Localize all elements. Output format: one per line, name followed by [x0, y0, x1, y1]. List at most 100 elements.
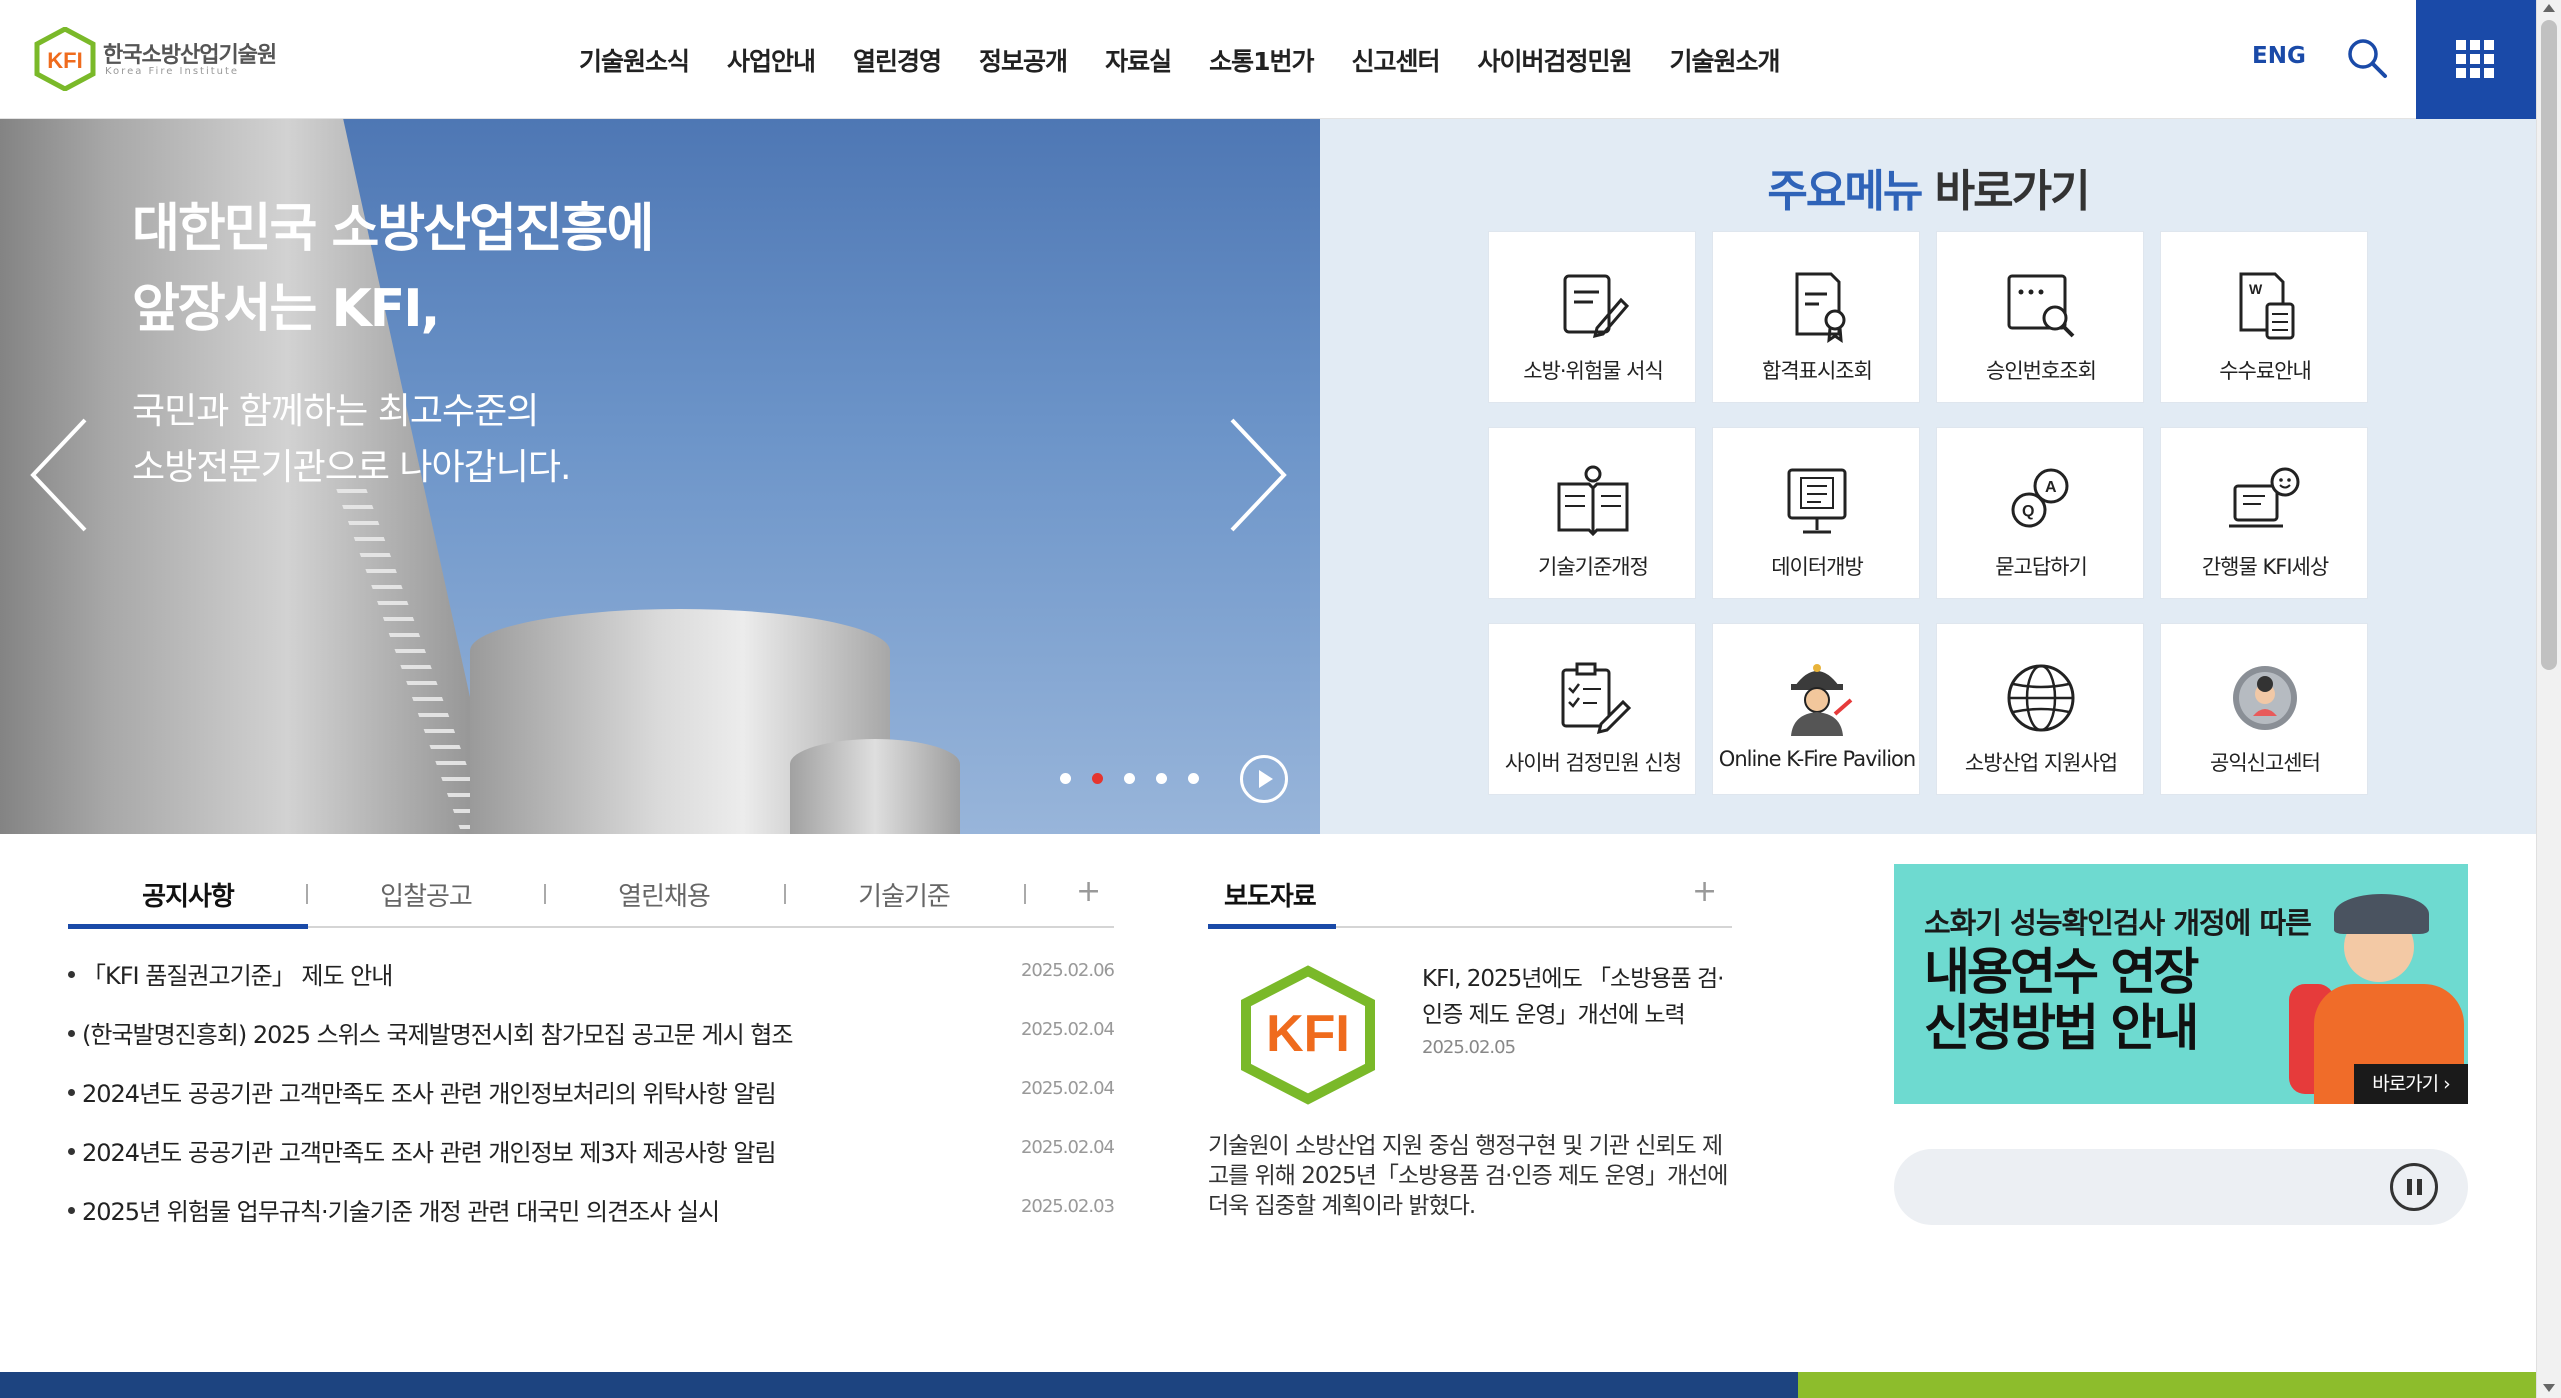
qna-icon: AQ — [2011, 468, 2069, 528]
tab-recruit[interactable]: 열린채용 — [544, 876, 784, 913]
list-item[interactable]: (한국발명진흥회) 2025 스위스 국제발명전시회 참가모집 공고문 게시 협… — [68, 1009, 1115, 1068]
notice-more-button[interactable]: + — [1076, 874, 1101, 909]
svg-text:KFI: KFI — [47, 48, 82, 73]
data-monitor-icon — [1787, 468, 1847, 534]
nav-item-archive[interactable]: 자료실 — [1105, 42, 1172, 78]
notice-title: 「KFI 품질권고기준」 제도 안내 — [82, 962, 393, 990]
notice-title: 2024년도 공공기관 고객만족도 조사 관련 개인정보처리의 위탁사항 알림 — [82, 1080, 777, 1108]
quick-item-standards[interactable]: 기술기준개정 — [1488, 427, 1696, 599]
quick-item-k-fire-pavilion[interactable]: Online K-Fire Pavilion — [1712, 623, 1920, 795]
notice-date: 2025.02.06 — [1020, 960, 1115, 981]
quick-menu-title: 주요메뉴 바로가기 — [1767, 166, 2090, 217]
quick-item-qna[interactable]: AQ 묻고답하기 — [1936, 427, 2144, 599]
nav-item-communication[interactable]: 소통1번가 — [1209, 42, 1314, 78]
promo-banner[interactable]: 소화기 성능확인검사 개정에 따른 내용연수 연장 신청방법 안내 바로가기 › — [1894, 864, 2468, 1104]
main-nav: 기술원소식 사업안내 열린경영 정보공개 자료실 소통1번가 신고센터 사이버검… — [560, 0, 1799, 119]
play-icon — [1259, 770, 1273, 788]
svg-text:A: A — [2045, 479, 2057, 496]
slide-dot-active[interactable] — [1092, 773, 1103, 784]
quick-item-open-data[interactable]: 데이터개방 — [1712, 427, 1920, 599]
notice-title: 2025년 위험물 업무규칙·기술기준 개정 관련 대국민 의견조사 실시 — [82, 1198, 720, 1226]
globe-icon — [2007, 664, 2075, 732]
press-article[interactable]: KFI KFI, 2025년에도 「소방용품 검·인증 제도 운영」개선에 노력… — [1208, 955, 1732, 1235]
notice-date: 2025.02.04 — [1020, 1137, 1115, 1158]
chevron-left-icon — [30, 418, 87, 532]
slide-dot[interactable] — [1060, 773, 1071, 784]
notice-date: 2025.02.04 — [1020, 1078, 1115, 1099]
slide-play-button[interactable] — [1240, 755, 1288, 803]
quick-item-cyber-application[interactable]: 사이버 검정민원 신청 — [1488, 623, 1696, 795]
press-more-button[interactable]: + — [1692, 874, 1717, 909]
svg-text:KFI: KFI — [1266, 1005, 1350, 1063]
chevron-right-icon — [1230, 418, 1287, 532]
standard-book-icon — [1557, 465, 1629, 537]
list-item[interactable]: 2025년 위험물 업무규칙·기술기준 개정 관련 대국민 의견조사 실시 202… — [68, 1186, 1115, 1245]
footer-strip-accent — [1798, 1372, 2536, 1398]
svg-text:Q: Q — [2022, 503, 2034, 520]
site-logo[interactable]: KFI 한국소방산업기술원 Korea Fire Institute — [33, 26, 277, 92]
nav-item-about[interactable]: 기술원소개 — [1670, 42, 1781, 78]
list-item[interactable]: 「KFI 품질권고기준」 제도 안내 2025.02.06 — [68, 950, 1115, 1009]
tab-bid[interactable]: 입찰공고 — [306, 876, 546, 913]
slide-dot[interactable] — [1124, 773, 1135, 784]
search-icon — [2348, 39, 2387, 78]
slide-dot[interactable] — [1156, 773, 1167, 784]
quick-item-industry-support[interactable]: 소방산업 지원사업 — [1936, 623, 2144, 795]
scroll-down-arrow[interactable] — [2543, 1384, 2555, 1392]
banner-go-button[interactable]: 바로가기 › — [2354, 1064, 2468, 1104]
page-scrollbar[interactable] — [2536, 0, 2561, 1398]
tab-notice[interactable]: 공지사항 — [68, 876, 308, 913]
slide-dot[interactable] — [1188, 773, 1199, 784]
fee-calculator-icon: W — [2239, 272, 2295, 340]
quick-item-publication[interactable]: 간행물 KFI세상 — [2160, 427, 2368, 599]
press-date: 2025.02.05 — [1422, 1037, 1516, 1058]
banner-pause-button[interactable] — [2390, 1163, 2438, 1211]
tab-tech-standard[interactable]: 기술기준 — [784, 876, 1024, 913]
site-header: KFI 한국소방산업기술원 Korea Fire Institute 기술원소식… — [0, 0, 2536, 119]
nav-item-disclosure[interactable]: 정보공개 — [979, 42, 1068, 78]
notice-date: 2025.02.04 — [1020, 1019, 1115, 1040]
nav-item-business[interactable]: 사업안내 — [727, 42, 816, 78]
press-tabs: 보도자료 + — [1208, 864, 1732, 929]
certificate-icon — [1795, 272, 1846, 343]
list-item[interactable]: 2024년도 공공기관 고객만족도 조사 관련 개인정보처리의 위탁사항 알림 2… — [68, 1068, 1115, 1127]
quick-item-forms[interactable]: 소방·위험물 서식 — [1488, 231, 1696, 403]
hero-slider: 대한민국 소방산업진흥에 앞장서는 KFI, 국민과 함께하는 최고수준의 소방… — [0, 119, 1320, 834]
notice-list: 「KFI 품질권고기준」 제도 안내 2025.02.06 (한국발명진흥회) 2… — [68, 950, 1115, 1245]
nav-item-management[interactable]: 열린경영 — [853, 42, 942, 78]
tab-press[interactable]: 보도자료 — [1224, 876, 1317, 913]
nav-item-cyber[interactable]: 사이버검정민원 — [1478, 42, 1633, 78]
quick-item-certificate[interactable]: 합격표시조회 — [1712, 231, 1920, 403]
kfi-press-logo: KFI — [1241, 965, 1375, 1105]
scroll-thumb[interactable] — [2541, 20, 2557, 670]
list-item[interactable]: 2024년도 공공기관 고객만족도 조사 관련 개인정보 제3자 제공사항 알림… — [68, 1127, 1115, 1186]
slide-pagination — [1060, 773, 1220, 784]
banner-subtitle: 소화기 성능확인검사 개정에 따른 — [1924, 906, 2312, 940]
quick-item-fees[interactable]: W 수수료안내 — [2160, 231, 2368, 403]
press-summary: 기술원이 소방산업 지원 중심 행정구현 및 기관 신뢰도 제고를 위해 202… — [1208, 1133, 1728, 1219]
scroll-up-arrow[interactable] — [2543, 4, 2555, 12]
notice-title: (한국발명진흥회) 2025 스위스 국제발명전시회 참가모집 공고문 게시 협… — [82, 1021, 793, 1049]
nav-item-news[interactable]: 기술원소식 — [579, 42, 690, 78]
quick-item-approval-search[interactable]: 승인번호조회 — [1936, 231, 2144, 403]
quick-item-whistleblower[interactable]: 공익신고센터 — [2160, 623, 2368, 795]
org-name: 한국소방산업기술원 — [103, 43, 277, 68]
banner-title: 내용연수 연장 신청방법 안내 — [1924, 943, 2199, 1057]
press-title: KFI, 2025년에도 「소방용품 검·인증 제도 운영」개선에 노력 — [1422, 966, 1724, 1028]
notice-title: 2024년도 공공기관 고객만족도 조사 관련 개인정보 제3자 제공사항 알림 — [82, 1139, 777, 1167]
banner-control-bar — [1894, 1149, 2468, 1225]
language-english-link[interactable]: ENG — [2252, 43, 2306, 69]
all-menu-button[interactable] — [2416, 0, 2536, 119]
form-edit-icon — [1563, 274, 1630, 339]
grid-menu-icon — [2456, 40, 2494, 78]
hero-subtitle: 국민과 함께하는 최고수준의 소방전문기관으로 나아갑니다. — [132, 391, 571, 488]
password-search-icon — [2007, 274, 2075, 338]
quick-menu: 주요메뉴 바로가기 소방·위험물 서식 합격표시조회 승인번호조회 W 수수료안… — [1320, 119, 2536, 834]
nav-item-report[interactable]: 신고센터 — [1351, 42, 1440, 78]
hero-title: 대한민국 소방산업진흥에 앞장서는 KFI, — [132, 199, 654, 339]
search-button[interactable] — [2345, 36, 2389, 80]
slide-next-button[interactable] — [1222, 415, 1292, 535]
whistleblower-icon — [2233, 666, 2297, 730]
notice-tabs: 공지사항 입찰공고 열린채용 기술기준 + — [68, 864, 1114, 929]
slide-prev-button[interactable] — [25, 415, 95, 535]
